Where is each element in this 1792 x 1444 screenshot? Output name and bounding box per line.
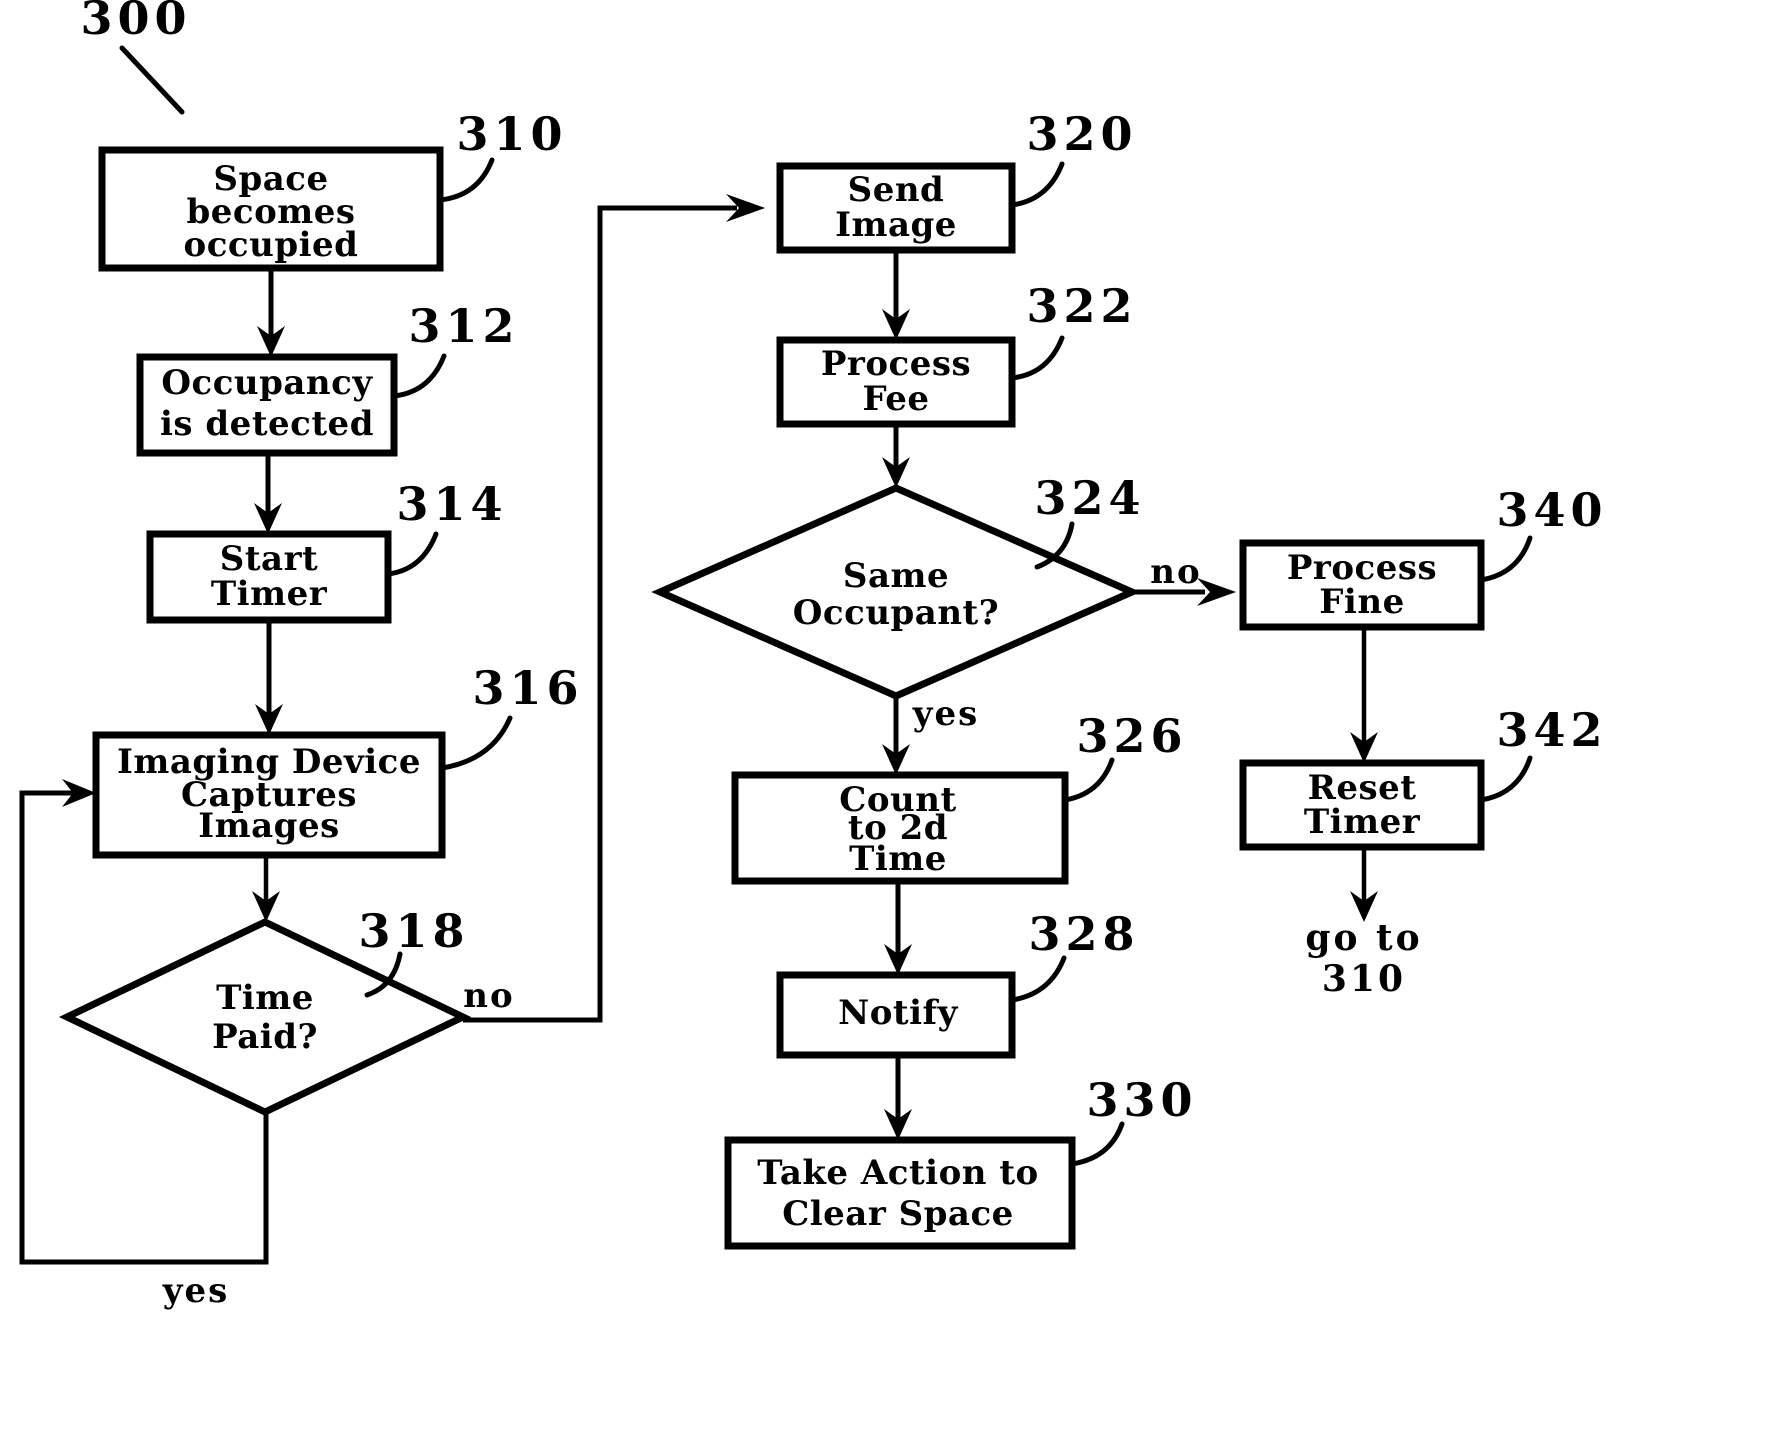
ref-330-leader [1069, 1121, 1125, 1167]
nodes-group: Space becomes occupied 310 Occupancy is … [58, 107, 1607, 1250]
node-318-line-2: Paid? [212, 1017, 318, 1057]
node-324-line-2: Occupant? [793, 593, 999, 633]
ref-326-text: 326 [1076, 709, 1187, 763]
node-318-line-1: Time [216, 978, 314, 1018]
node-310-line-3: occupied [184, 225, 359, 265]
edge-label-318-yes: yes [162, 1271, 230, 1311]
edge-label-324-yes: yes [912, 694, 980, 734]
node-328-notify[interactable]: Notify [776, 971, 1016, 1059]
node-330-line-2: Clear Space [782, 1194, 1014, 1234]
node-316-line-3: Images [198, 806, 339, 846]
figure-number-group: 300 [80, 0, 191, 115]
ref-342-leader [1478, 755, 1533, 803]
ref-328-text: 328 [1028, 907, 1139, 961]
node-312-occupancy-is-detected[interactable]: Occupancy is detected [136, 353, 398, 457]
terminal-go-to-310: go to 310 [1305, 917, 1422, 1000]
ref-322-leader [1009, 335, 1065, 381]
node-320-line-1: Send [848, 170, 945, 210]
node-330-line-1: Take Action to [757, 1153, 1038, 1193]
node-314-line-1: Start [220, 539, 318, 579]
node-342-line-2: Timer [1304, 802, 1421, 842]
node-342-reset-timer[interactable]: Reset Timer [1239, 759, 1485, 851]
node-322-line-1: Process [821, 344, 971, 384]
edge-label-324-no: no [1150, 552, 1201, 592]
ref-322-text: 322 [1026, 279, 1137, 333]
terminal-line-2: 310 [1322, 958, 1406, 1000]
figure-number-text: 300 [80, 0, 191, 45]
node-322-line-2: Fee [862, 379, 929, 419]
ref-320-text: 320 [1026, 107, 1137, 161]
node-328-line-1: Notify [838, 993, 959, 1033]
ref-316-text: 316 [472, 661, 583, 715]
node-320-line-2: Image [835, 205, 957, 245]
node-310-space-becomes-occupied[interactable]: Space becomes occupied [98, 146, 444, 272]
ref-328-leader [1009, 955, 1067, 1003]
node-326-count-to-2d-time[interactable]: Count to 2d Time [731, 771, 1069, 885]
ref-340-text: 340 [1496, 483, 1607, 537]
node-316-imaging-device-captures-images[interactable]: Imaging Device Captures Images [92, 731, 446, 859]
ref-310-text: 310 [456, 107, 567, 161]
node-322-process-fee[interactable]: Process Fee [776, 336, 1016, 428]
node-324-line-1: Same [843, 556, 949, 596]
node-326-line-3: Time [849, 839, 947, 879]
ref-342-text: 342 [1496, 703, 1607, 757]
ref-330-text: 330 [1086, 1073, 1197, 1127]
ref-312-text: 312 [408, 299, 519, 353]
node-312-line-1: Occupancy [161, 363, 373, 403]
flowchart-canvas: 300 Space becomes occupied 310 Occupancy… [19, 0, 1607, 1311]
ref-340-leader [1478, 535, 1533, 583]
figure-leader-line [119, 45, 185, 115]
patent-flowchart-figure: 300 Space becomes occupied 310 Occupancy… [0, 0, 1792, 1444]
ref-314-text: 314 [396, 477, 507, 531]
node-340-process-fine[interactable]: Process Fine [1239, 539, 1485, 631]
node-314-line-2: Timer [211, 574, 328, 614]
ref-310-leader [437, 157, 495, 203]
node-312-line-2: is detected [160, 404, 374, 444]
ref-312-leader [391, 353, 447, 399]
node-314-start-timer[interactable]: Start Timer [146, 530, 392, 624]
edge-label-318-no: no [463, 976, 514, 1016]
node-320-send-image[interactable]: Send Image [776, 162, 1016, 254]
ref-314-leader [385, 531, 439, 577]
node-340-line-2: Fine [1319, 582, 1404, 622]
ref-324-text: 324 [1034, 471, 1145, 525]
ref-316-leader [439, 715, 513, 771]
ref-318-text: 318 [358, 904, 469, 958]
terminal-line-1: go to [1305, 917, 1422, 959]
ref-326-leader [1062, 757, 1115, 803]
node-330-take-action-to-clear-space[interactable]: Take Action to Clear Space [724, 1136, 1076, 1250]
ref-320-leader [1009, 161, 1065, 208]
